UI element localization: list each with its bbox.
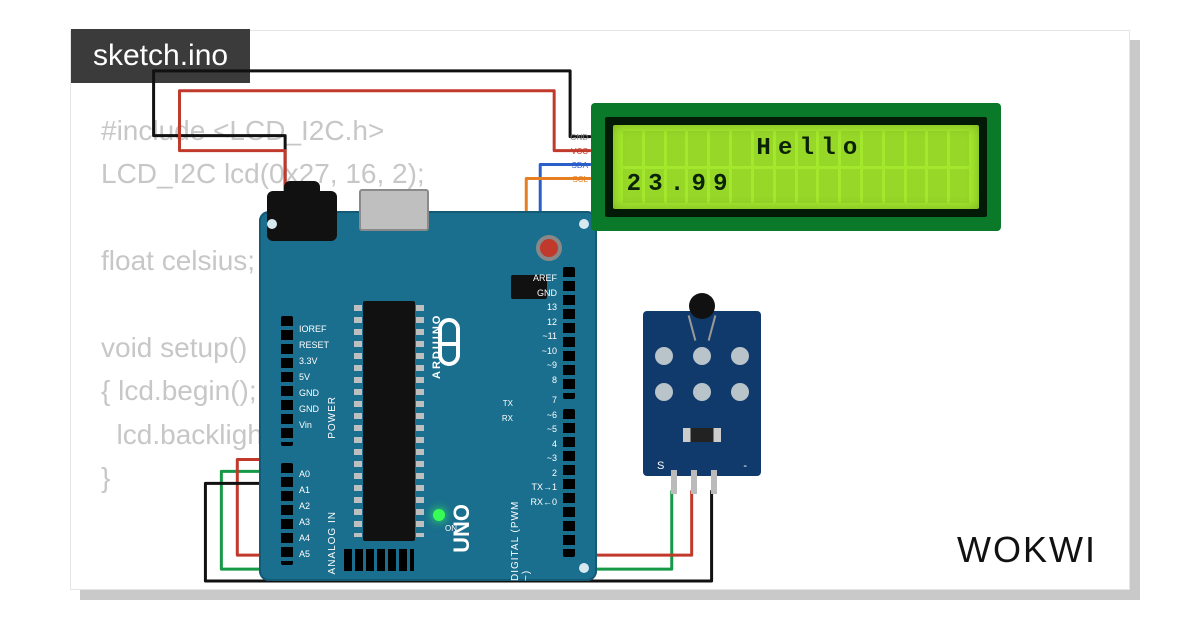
solder-pad xyxy=(655,347,673,365)
ntc-pin-labels: S - xyxy=(643,460,761,472)
mount-hole xyxy=(579,219,589,229)
lcd-screen: Hello 23.99 xyxy=(613,125,979,209)
ntc-thermistor-module[interactable]: S - xyxy=(643,311,761,476)
digital-header-top[interactable] xyxy=(563,267,575,399)
thermistor-lead xyxy=(708,315,717,341)
on-label: ON xyxy=(445,524,457,533)
usb-port xyxy=(359,189,429,231)
ntc-pins[interactable] xyxy=(671,470,717,494)
power-header[interactable] xyxy=(281,316,293,446)
barrel-jack xyxy=(267,191,337,241)
power-pin-labels: IOREF RESET 3.3V 5V GND GND Vin xyxy=(299,321,329,433)
solder-pad xyxy=(731,347,749,365)
lcd-text: Hello 23.99 xyxy=(623,131,969,203)
lcd-frame: Hello 23.99 xyxy=(605,117,987,217)
lcd-row-1: 23.99 xyxy=(623,167,969,203)
lcd-pin-labels: GND VCC SDA SCL xyxy=(566,131,588,187)
circuit-canvas[interactable]: ARDUINO UNO DIGITAL (PWM ~) POWER ANALOG… xyxy=(71,31,1129,589)
project-card: sketch.ino #include <LCD_I2C.h> LCD_I2C … xyxy=(70,30,1130,590)
analog-pin-labels: A0 A1 A2 A3 A4 A5 xyxy=(299,466,310,562)
digital-section-label: DIGITAL (PWM ~) xyxy=(510,491,532,581)
digital-pin-labels: TX RX AREF GND 13 12 ~11 ~10 ~9 8 7 ~6 ~… xyxy=(530,271,557,509)
smd-resistor xyxy=(683,428,721,442)
analog-header[interactable] xyxy=(281,463,293,565)
atmega-chip xyxy=(363,301,415,541)
lcd-row-0: Hello xyxy=(623,131,969,167)
power-led xyxy=(433,509,445,521)
solder-pad xyxy=(731,383,749,401)
solder-pad xyxy=(655,383,673,401)
reset-button[interactable] xyxy=(536,235,562,261)
mount-hole xyxy=(267,219,277,229)
analog-section-label: ANALOG IN xyxy=(327,511,338,574)
solder-pad xyxy=(693,347,711,365)
arduino-brand-text: ARDUINO xyxy=(431,314,443,379)
arduino-uno-board[interactable]: ARDUINO UNO DIGITAL (PWM ~) POWER ANALOG… xyxy=(259,211,597,581)
bottom-connector xyxy=(344,549,414,571)
digital-header-bottom[interactable] xyxy=(563,409,575,557)
mount-hole xyxy=(579,563,589,573)
solder-pad xyxy=(693,383,711,401)
thermistor-bead-icon xyxy=(689,293,715,319)
thermistor-lead xyxy=(688,315,697,341)
lcd-16x2[interactable]: Hello 23.99 xyxy=(591,103,1001,231)
